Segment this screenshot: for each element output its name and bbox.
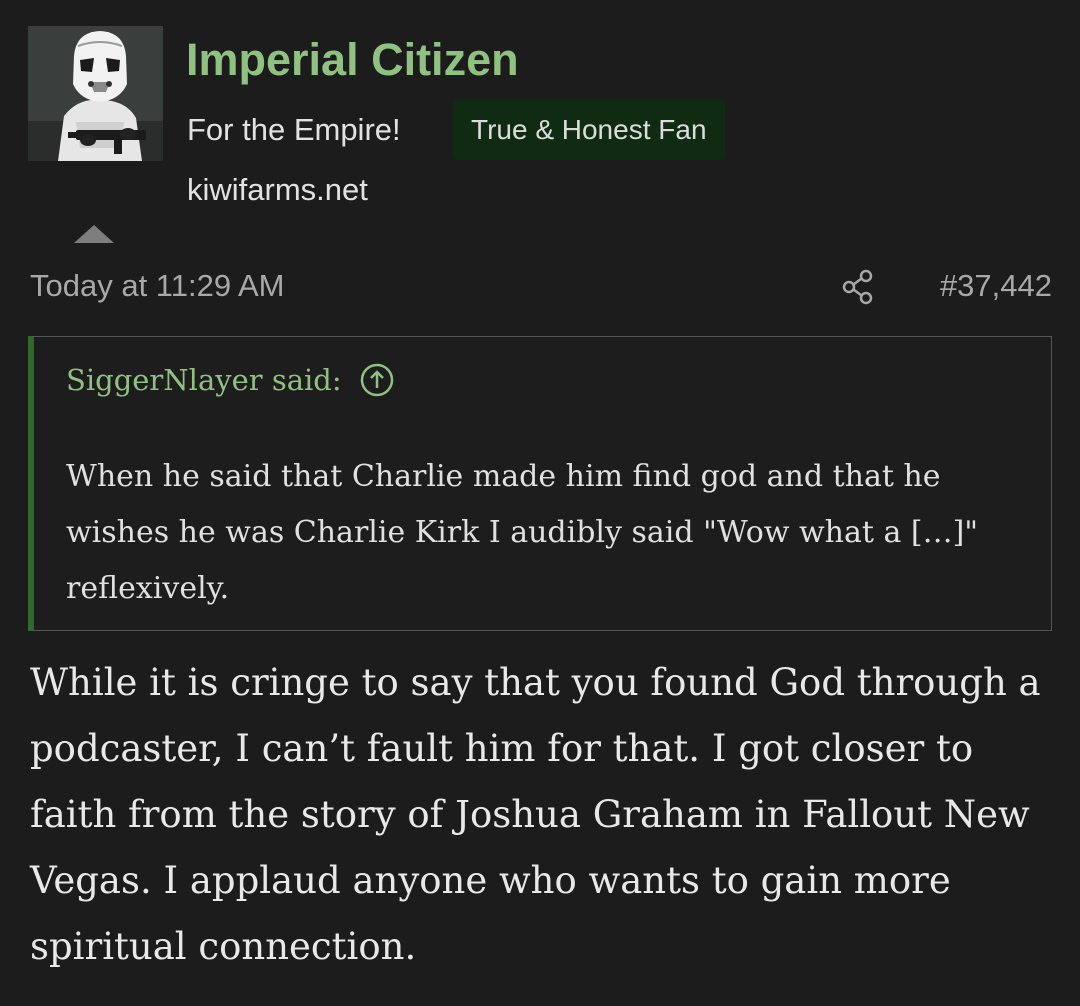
quote-attribution[interactable]: SiggerNlayer said: [66, 363, 342, 397]
quote-block: SiggerNlayer said: When he said that Cha… [28, 336, 1052, 631]
post-number-link[interactable]: #37,442 [916, 268, 1052, 304]
expand-arrow-icon[interactable] [74, 225, 114, 243]
user-website: kiwifarms.net [187, 172, 368, 207]
arrow-up-circle-icon[interactable] [360, 363, 394, 397]
quote-header: SiggerNlayer said: [66, 363, 394, 397]
user-title: For the Empire! [187, 112, 401, 147]
avatar[interactable] [28, 26, 163, 161]
user-banner: True & Honest Fan [453, 100, 725, 160]
post-body: While it is cringe to say that you found… [30, 661, 1041, 968]
post-timestamp[interactable]: Today at 11:29 AM [30, 268, 284, 304]
username[interactable]: Imperial Citizen [186, 34, 519, 86]
stormtrooper-avatar-icon [28, 26, 163, 161]
share-icon[interactable] [840, 268, 878, 306]
quote-text: When he said that Charlie made him find … [66, 459, 979, 606]
